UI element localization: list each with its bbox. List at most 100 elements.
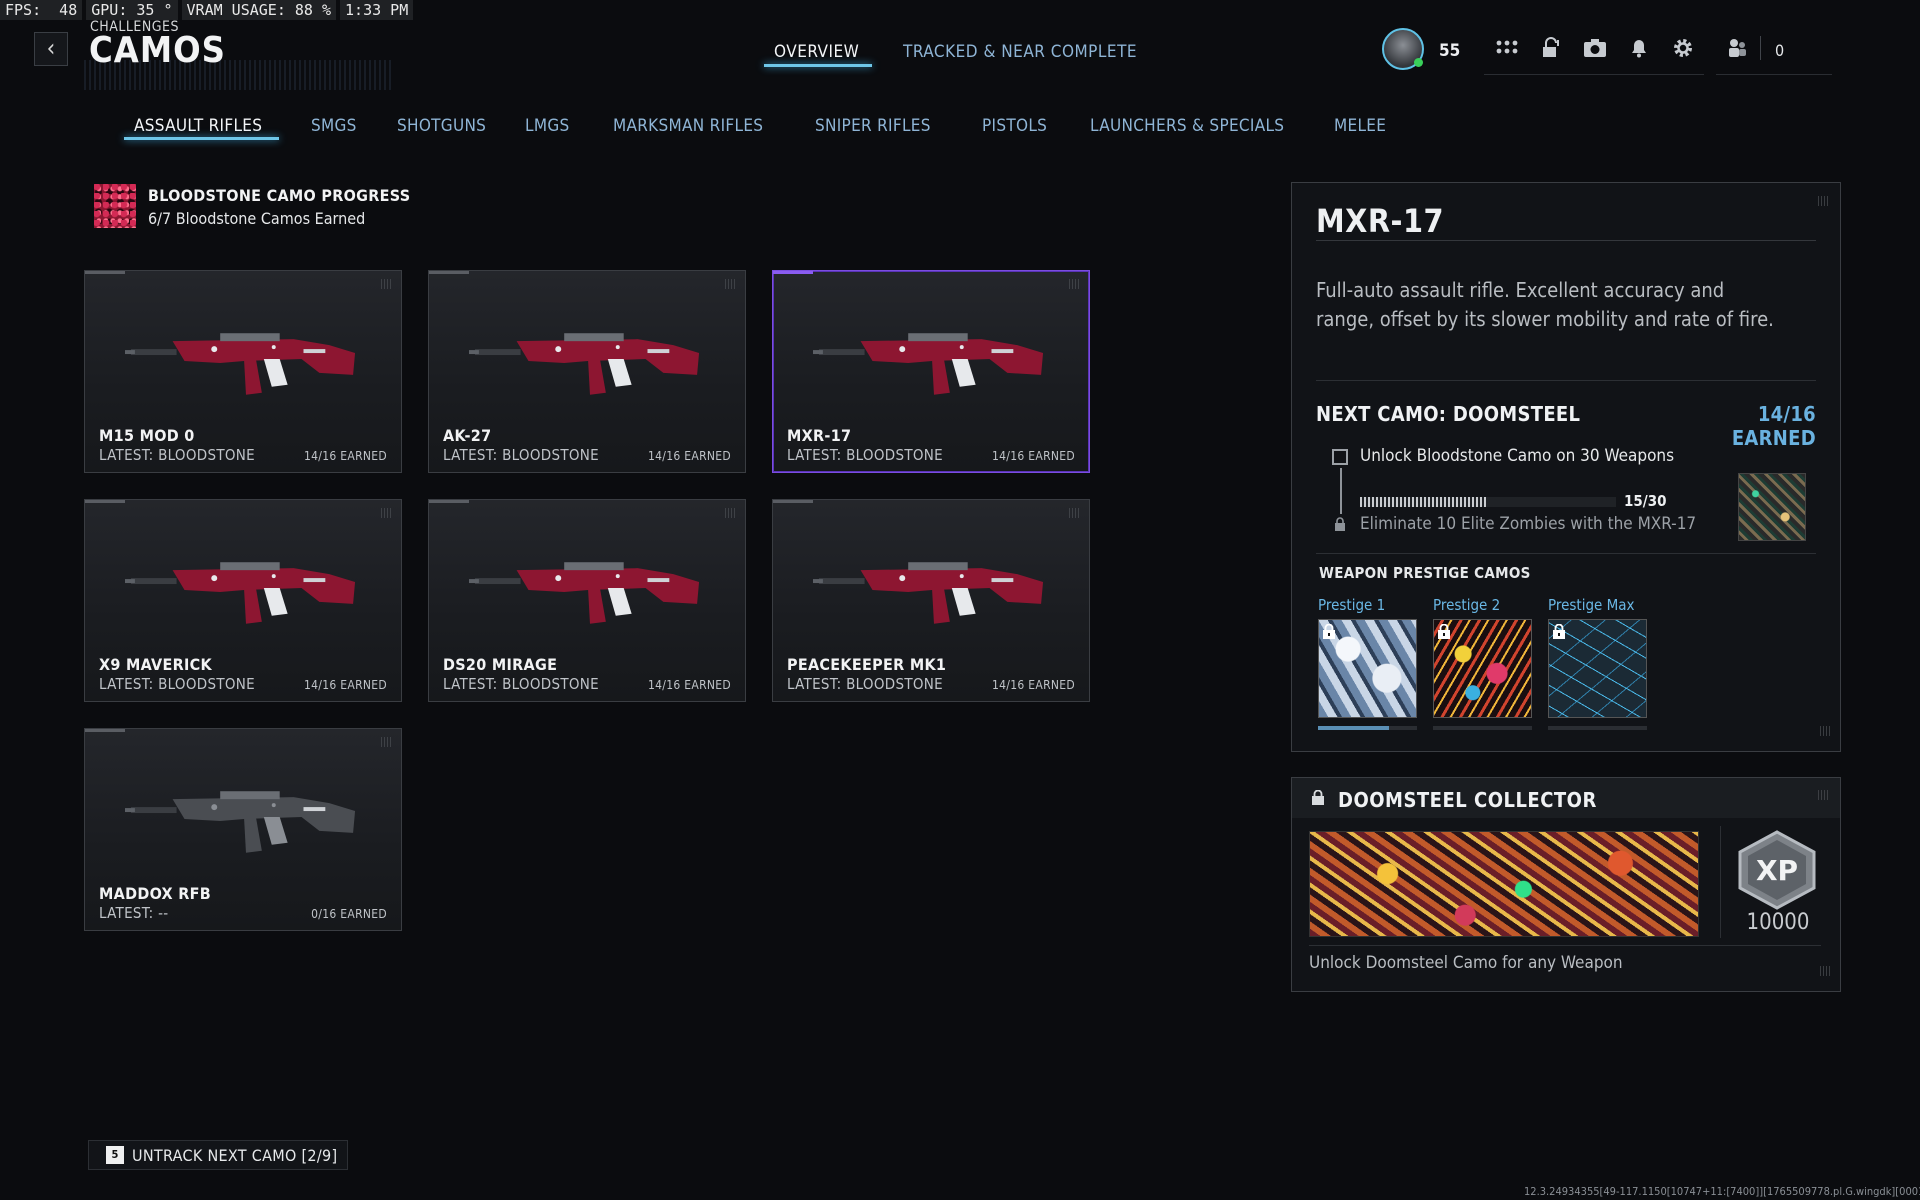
weapon-latest-camo: LATEST: BLOODSTONE bbox=[99, 446, 256, 464]
weapon-latest-camo: LATEST: -- bbox=[99, 904, 169, 922]
weapon-name: AK-27 bbox=[443, 426, 492, 445]
card-grip-icon bbox=[381, 508, 391, 518]
weapon-card[interactable]: X9 MAVERICK LATEST: BLOODSTONE 14/16 EAR… bbox=[84, 499, 402, 702]
fps-readout: FPS: 48 bbox=[0, 0, 83, 20]
tab-tracked-near-complete[interactable]: TRACKED & NEAR COMPLETE bbox=[903, 42, 1137, 62]
weapon-latest-camo: LATEST: BLOODSTONE bbox=[787, 446, 944, 464]
weapon-camos-earned: 14/16 EARNED bbox=[647, 449, 731, 463]
card-grip-icon bbox=[381, 737, 391, 747]
camera-icon[interactable] bbox=[1582, 36, 1608, 60]
tab-melee[interactable]: MELEE bbox=[1334, 116, 1386, 136]
header-divider bbox=[1760, 36, 1761, 60]
weapon-name: X9 MAVERICK bbox=[99, 655, 212, 674]
tab-sniper-rifles[interactable]: SNIPER RIFLES bbox=[815, 116, 931, 136]
weapon-card[interactable]: AK-27 LATEST: BLOODSTONE 14/16 EARNED bbox=[428, 270, 746, 473]
weapon-camos-earned: 14/16 EARNED bbox=[303, 449, 387, 463]
prestige-max-lock-icon bbox=[1552, 623, 1566, 640]
weapon-card[interactable]: M15 MOD 0 LATEST: BLOODSTONE 14/16 EARNE… bbox=[84, 270, 402, 473]
weapon-description: Full-auto assault rifle. Excellent accur… bbox=[1316, 278, 1774, 331]
prestige-max-label: Prestige Max bbox=[1548, 596, 1635, 614]
tab-pistols[interactable]: PISTOLS bbox=[982, 116, 1047, 136]
weapon-name: MADDOX RFB bbox=[99, 884, 212, 903]
weapon-name: M15 MOD 0 bbox=[99, 426, 195, 445]
tab-marksman-rifles[interactable]: MARKSMAN RIFLES bbox=[613, 116, 763, 136]
card-top-bar bbox=[773, 500, 813, 503]
weapon-image bbox=[469, 544, 707, 634]
divider bbox=[1316, 240, 1816, 241]
divider bbox=[1309, 945, 1821, 946]
friends-icon[interactable] bbox=[1724, 36, 1750, 60]
weapon-card[interactable]: DS20 MIRAGE LATEST: BLOODSTONE 14/16 EAR… bbox=[428, 499, 746, 702]
weapon-image bbox=[125, 773, 363, 863]
card-top-bar bbox=[773, 271, 813, 274]
party-count: 0 bbox=[1775, 41, 1785, 60]
unlock-icon[interactable] bbox=[1538, 36, 1564, 60]
panel-resize-icon bbox=[1820, 966, 1830, 976]
vram-readout: VRAM USAGE: 88 % bbox=[181, 0, 337, 20]
weapon-latest-camo: LATEST: BLOODSTONE bbox=[99, 675, 256, 693]
task-eliminate-elite-zombies: Eliminate 10 Elite Zombies with the MXR-… bbox=[1360, 514, 1697, 534]
task-progress-text: 15/30 bbox=[1624, 492, 1667, 510]
divider bbox=[1316, 380, 1816, 381]
prestige-max-progress bbox=[1548, 726, 1647, 730]
calling-card-image[interactable] bbox=[1309, 831, 1699, 937]
task-checkbox[interactable] bbox=[1332, 449, 1348, 465]
online-status-dot bbox=[1414, 58, 1423, 67]
page-title: CAMOS bbox=[89, 30, 226, 71]
camo-progress-subtitle: 6/7 Bloodstone Camos Earned bbox=[148, 209, 366, 228]
card-grip-icon bbox=[1069, 508, 1079, 518]
weapon-image bbox=[813, 315, 1051, 405]
tab-smgs[interactable]: SMGS bbox=[311, 116, 357, 136]
card-top-bar bbox=[429, 500, 469, 503]
weapon-card[interactable]: MXR-17 LATEST: BLOODSTONE 14/16 EARNED bbox=[772, 270, 1090, 473]
weapon-latest-camo: LATEST: BLOODSTONE bbox=[787, 675, 944, 693]
collector-lock-icon bbox=[1311, 789, 1325, 806]
back-arrow-icon: ‹ bbox=[46, 34, 56, 62]
prestige-1-lock-icon bbox=[1322, 623, 1336, 640]
divider bbox=[1316, 553, 1816, 554]
weapon-card[interactable]: MADDOX RFB LATEST: -- 0/16 EARNED bbox=[84, 728, 402, 931]
tab-overview[interactable]: OVERVIEW bbox=[774, 42, 859, 62]
clock-readout: 1:33 PM bbox=[340, 0, 414, 20]
doomsteel-camo-thumbnail[interactable] bbox=[1738, 473, 1806, 541]
weapon-name: DS20 MIRAGE bbox=[443, 655, 558, 674]
task-unlock-bloodstone: Unlock Bloodstone Camo on 30 Weapons bbox=[1360, 446, 1675, 466]
panel-resize-icon bbox=[1820, 726, 1830, 736]
weapon-camos-earned: 14/16 EARNED bbox=[991, 449, 1075, 463]
keybind-5-icon: 5 bbox=[106, 1146, 124, 1164]
task-progress-fill bbox=[1360, 497, 1488, 507]
weapon-card[interactable]: PEACEKEEPER MK1 LATEST: BLOODSTONE 14/16… bbox=[772, 499, 1090, 702]
back-button[interactable]: ‹ bbox=[34, 32, 68, 66]
weapon-image bbox=[125, 544, 363, 634]
tab-shotguns[interactable]: SHOTGUNS bbox=[397, 116, 486, 136]
tab-lmgs[interactable]: LMGS bbox=[525, 116, 569, 136]
weapon-camos-earned: 0/16 EARNED bbox=[311, 907, 387, 921]
tab-assault-rifles[interactable]: ASSAULT RIFLES bbox=[134, 116, 262, 136]
camo-progress-title: BLOODSTONE CAMO PROGRESS bbox=[148, 186, 411, 205]
player-level: 55 bbox=[1439, 41, 1461, 61]
tab-launchers-specials[interactable]: LAUNCHERS & SPECIALS bbox=[1090, 116, 1284, 136]
prestige-2-lock-icon bbox=[1437, 623, 1451, 640]
card-grip-icon bbox=[725, 508, 735, 518]
weapon-latest-camo: LATEST: BLOODSTONE bbox=[443, 446, 600, 464]
xp-badge-text: XP bbox=[1756, 854, 1798, 887]
header-separator bbox=[1484, 74, 1704, 75]
grid-icon[interactable] bbox=[1494, 36, 1520, 60]
gear-icon[interactable] bbox=[1670, 36, 1696, 60]
performance-overlay: FPS: 48 GPU: 35 ° VRAM USAGE: 88 % 1:33 … bbox=[0, 0, 414, 20]
xp-badge-icon: XP bbox=[1734, 830, 1820, 910]
card-top-bar bbox=[429, 271, 469, 274]
card-grip-icon bbox=[1069, 279, 1079, 289]
card-top-bar bbox=[85, 271, 125, 274]
task-connector bbox=[1340, 468, 1342, 514]
prestige-1-label: Prestige 1 bbox=[1318, 596, 1386, 614]
bell-icon[interactable] bbox=[1626, 36, 1652, 60]
tab-overview-underline bbox=[764, 64, 872, 67]
xp-reward-value: 10000 bbox=[1746, 910, 1810, 935]
bloodstone-camo-thumbnail bbox=[94, 184, 136, 228]
collector-description: Unlock Doomsteel Camo for any Weapon bbox=[1309, 953, 1623, 973]
untrack-next-camo-label: UNTRACK NEXT CAMO [2/9] bbox=[132, 1146, 338, 1165]
card-top-bar bbox=[85, 500, 125, 503]
next-camo-label: NEXT CAMO: DOOMSTEEL bbox=[1316, 402, 1581, 426]
weapon-camos-earned: 14/16 EARNED bbox=[991, 678, 1075, 692]
